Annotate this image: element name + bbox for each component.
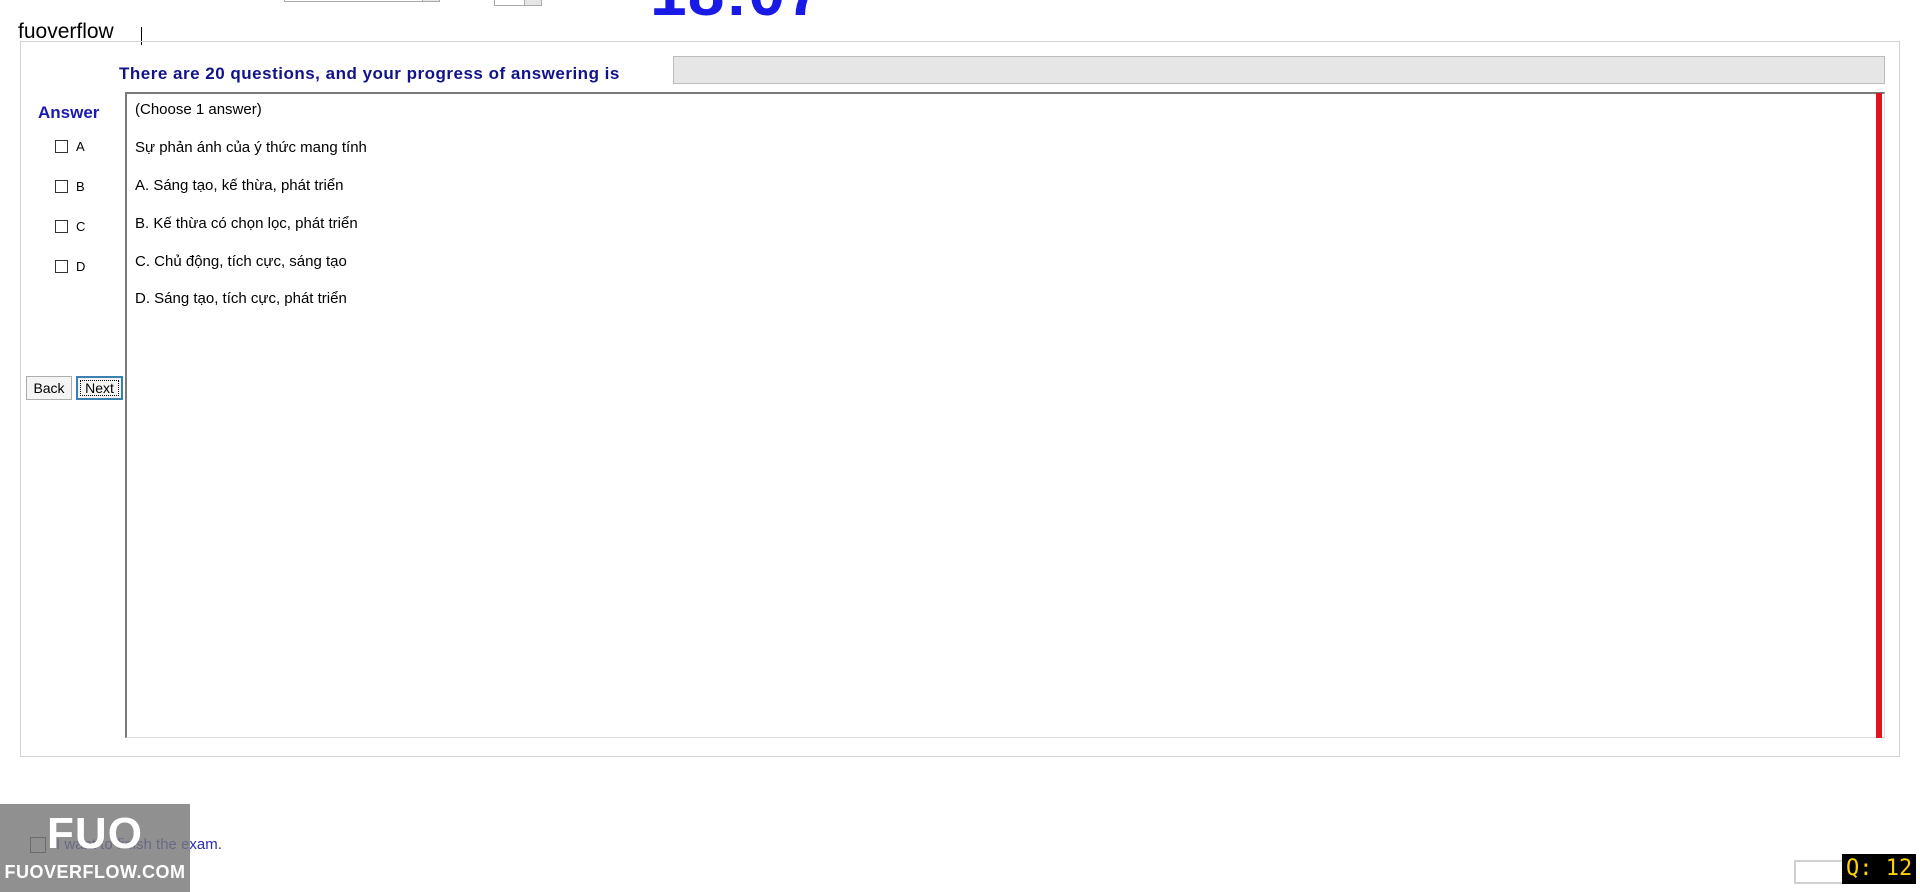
watermark-logo: FUO (47, 809, 143, 858)
answer-option-b[interactable]: B (55, 179, 85, 194)
answer-option-label: B (76, 179, 85, 194)
watermark-text: FUOVERFLOW.COM (4, 862, 186, 882)
progress-label: There are 20 questions, and your progres… (119, 64, 620, 83)
question-choice-c: C. Chủ động, tích cực, sáng tạo (135, 253, 347, 270)
font-size-spinner[interactable] (494, 0, 542, 6)
spinner-button[interactable] (524, 0, 541, 5)
question-choice-a: A. Sáng tạo, kế thừa, phát triển (135, 177, 344, 194)
question-scrollbar-indicator (1876, 93, 1882, 738)
progress-bar (673, 56, 1885, 84)
answer-option-c[interactable]: C (55, 219, 85, 234)
question-counter: Q: 12 (1842, 854, 1917, 884)
question-content-area[interactable] (125, 92, 1885, 738)
question-instruction: (Choose 1 answer) (135, 101, 262, 118)
answer-option-a[interactable]: A (55, 139, 85, 154)
next-button[interactable]: Next (76, 376, 123, 400)
question-prompt: Sự phản ánh của ý thức mang tính (135, 139, 367, 156)
back-button[interactable]: Back (26, 376, 72, 400)
exam-code-combo[interactable] (284, 0, 440, 2)
answer-option-label: D (76, 259, 86, 274)
answer-checkbox-c[interactable] (55, 220, 68, 233)
combo-dropdown-button[interactable] (422, 0, 439, 1)
fuoverflow-watermark: FUO FUOVERFLOW.COM (0, 804, 190, 892)
answer-option-label: A (76, 139, 85, 154)
answer-checkbox-b[interactable] (55, 180, 68, 193)
answer-option-d[interactable]: D (55, 259, 85, 274)
answer-checkbox-a[interactable] (55, 140, 68, 153)
countdown-timer: 18:07 (650, 0, 824, 30)
question-choice-b: B. Kế thừa có chọn lọc, phát triển (135, 215, 358, 232)
answer-heading: Answer (38, 103, 100, 122)
answer-checkbox-d[interactable] (55, 260, 68, 273)
question-choice-d: D. Sáng tạo, tích cực, phát triển (135, 290, 347, 307)
answer-option-label: C (76, 219, 86, 234)
